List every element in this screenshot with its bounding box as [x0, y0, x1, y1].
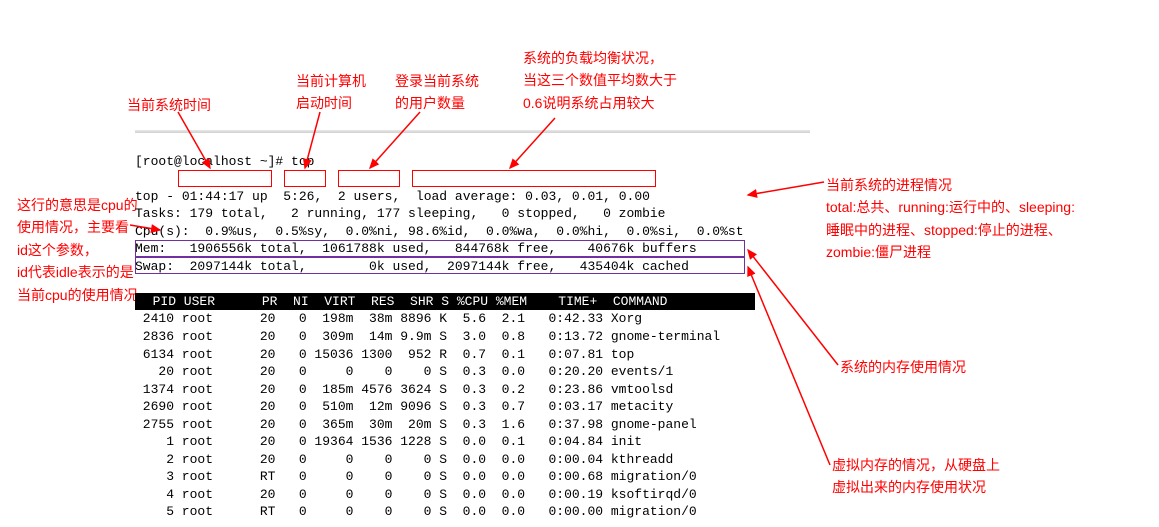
process-row: 20 root 20 0 0 0 0 S 0.3 0.0 0:20.20 eve… [135, 364, 673, 379]
process-row: 2755 root 20 0 365m 30m 20m S 0.3 1.6 0:… [135, 417, 697, 432]
terminal-output: [root@localhost ~]# top top - 01:44:17 u… [135, 135, 755, 521]
annot-load: 系统的负载均衡状况， 当这三个数值平均数大于 0.6说明系统占用较大 [523, 47, 677, 114]
process-header: PID USER PR NI VIRT RES SHR S %CPU %MEM … [135, 293, 755, 311]
process-row: 1374 root 20 0 185m 4576 3624 S 0.3 0.2 … [135, 382, 673, 397]
top-cpu: Cpu(s): 0.9%us, 0.5%sy, 0.0%ni, 98.6%id,… [135, 224, 744, 239]
process-row: 2 root 20 0 0 0 0 S 0.0 0.0 0:00.04 kthr… [135, 452, 673, 467]
annot-users: 登录当前系统 的用户数量 [395, 70, 479, 115]
window-top-bar [135, 130, 810, 133]
annot-uptime: 当前计算机 启动时间 [296, 70, 366, 115]
process-row: 2690 root 20 0 510m 12m 9096 S 0.3 0.7 0… [135, 399, 673, 414]
annot-mem: 系统的内存使用情况 [840, 356, 966, 378]
annot-swap: 虚拟内存的情况，从硬盘上 虚拟出来的内存使用状况 [832, 454, 1000, 499]
process-row: 3 root RT 0 0 0 0 S 0.0 0.0 0:00.68 migr… [135, 469, 697, 484]
process-row: 2410 root 20 0 198m 38m 8896 K 5.6 2.1 0… [135, 311, 642, 326]
shell-prompt: [root@localhost ~]# top [135, 154, 314, 169]
annot-cpu: 这行的意思是cpu的 使用情况，主要看 id这个参数， id代表idle表示的是… [17, 194, 138, 306]
top-line1: top - 01:44:17 up 5:26, 2 users, load av… [135, 189, 650, 204]
process-row: 6134 root 20 0 15036 1300 952 R 0.7 0.1 … [135, 347, 634, 362]
annot-tasks: 当前系统的进程情况 total:总共、running:运行中的、sleeping… [826, 174, 1075, 264]
annot-time: 当前系统时间 [127, 94, 211, 116]
top-mem: Mem: 1906556k total, 1061788k used, 8447… [135, 241, 697, 256]
process-row: 4 root 20 0 0 0 0 S 0.0 0.0 0:00.19 ksof… [135, 487, 697, 502]
process-row: 5 root RT 0 0 0 0 S 0.0 0.0 0:00.00 migr… [135, 504, 697, 519]
process-row: 1 root 20 0 19364 1536 1228 S 0.0 0.1 0:… [135, 434, 642, 449]
process-row: 2836 root 20 0 309m 14m 9.9m S 3.0 0.8 0… [135, 329, 720, 344]
top-tasks: Tasks: 179 total, 2 running, 177 sleepin… [135, 206, 666, 221]
top-swap: Swap: 2097144k total, 0k used, 2097144k … [135, 259, 689, 274]
